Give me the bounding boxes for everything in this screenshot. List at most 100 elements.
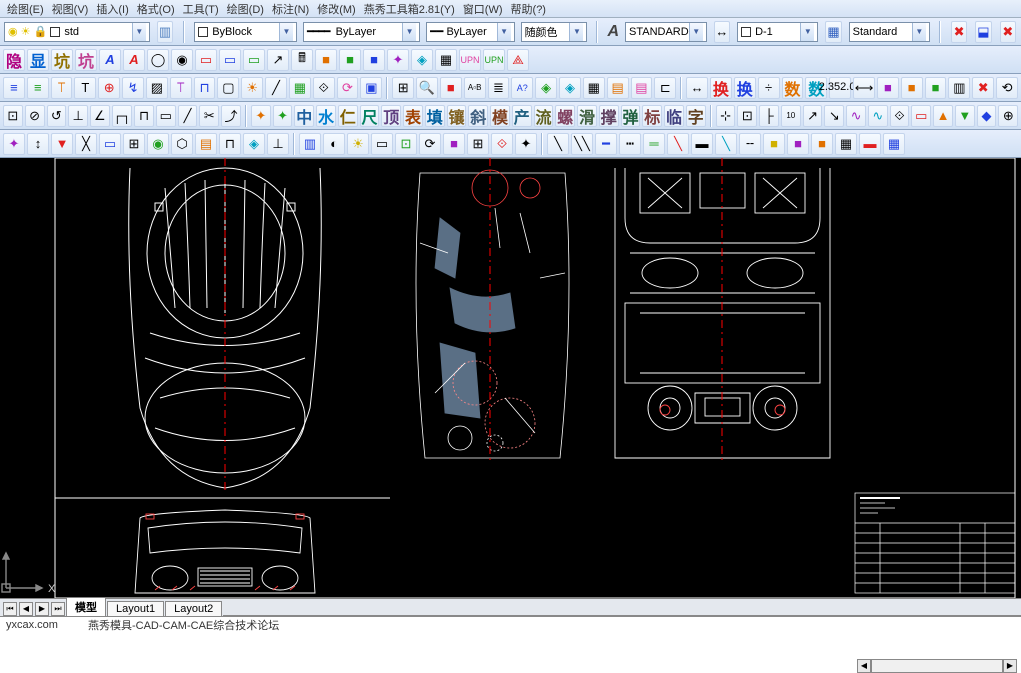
r3-icon[interactable]: ▼ bbox=[51, 133, 73, 155]
p5-icon[interactable]: ■ bbox=[877, 77, 899, 99]
r33-icon[interactable]: ┅ bbox=[619, 133, 641, 155]
chi-button[interactable]: 尺 bbox=[360, 105, 380, 127]
hua-button[interactable]: 滑 bbox=[577, 105, 597, 127]
os4-icon[interactable]: 10 bbox=[781, 105, 801, 127]
a2-icon[interactable]: A bbox=[123, 49, 145, 71]
pit2-button[interactable]: 坑 bbox=[75, 49, 97, 71]
box-icon[interactable]: ▣ bbox=[360, 77, 382, 99]
tablestyle-combo[interactable]: Standard▼ bbox=[849, 22, 930, 42]
r21-icon[interactable]: ◐ bbox=[323, 133, 345, 155]
cheng-button[interactable]: 撑 bbox=[599, 105, 619, 127]
mv-icon[interactable]: ↔ bbox=[686, 77, 708, 99]
s4-icon[interactable]: ⊥ bbox=[68, 105, 88, 127]
menu-modify[interactable]: 修改(M) bbox=[314, 1, 359, 17]
os13-icon[interactable]: ◆ bbox=[977, 105, 997, 127]
r22-icon[interactable]: ☀ bbox=[347, 133, 369, 155]
gr-icon[interactable]: ▦ bbox=[289, 77, 311, 99]
tab-first-icon[interactable]: ⏮ bbox=[3, 602, 17, 616]
ding-button[interactable]: 顶 bbox=[381, 105, 401, 127]
layer-tool-icon[interactable]: ▥ bbox=[157, 21, 173, 43]
cal-icon[interactable]: 🖩 bbox=[291, 49, 313, 71]
r5-icon[interactable]: ▭ bbox=[99, 133, 121, 155]
os11-icon[interactable]: ▲ bbox=[933, 105, 953, 127]
r34-icon[interactable]: ═ bbox=[643, 133, 665, 155]
dv-icon[interactable]: ÷ bbox=[758, 77, 780, 99]
r38-icon[interactable]: ╌ bbox=[739, 133, 761, 155]
r29-icon[interactable]: ✦ bbox=[515, 133, 537, 155]
mo-button[interactable]: 模 bbox=[490, 105, 510, 127]
os10-icon[interactable]: ▭ bbox=[911, 105, 931, 127]
lineweight-combo[interactable]: ━━ ByLayer▼ bbox=[426, 22, 514, 42]
tab-layout2[interactable]: Layout2 bbox=[165, 601, 222, 616]
os2-icon[interactable]: ⊡ bbox=[737, 105, 757, 127]
os3-icon[interactable]: ├ bbox=[759, 105, 779, 127]
upn-icon[interactable]: UPN bbox=[459, 49, 481, 71]
b5-icon[interactable]: ◈ bbox=[411, 49, 433, 71]
os9-icon[interactable]: ⟐ bbox=[890, 105, 910, 127]
cube2-icon[interactable]: ◈ bbox=[559, 77, 581, 99]
color-combo[interactable]: 随颜色▼ bbox=[521, 22, 588, 42]
drawing-canvas[interactable]: X bbox=[0, 158, 1021, 598]
p6-icon[interactable]: ■ bbox=[901, 77, 923, 99]
menu-format[interactable]: 格式(O) bbox=[134, 1, 178, 17]
cube-icon[interactable]: ◈ bbox=[535, 77, 557, 99]
dim2-icon[interactable]: ⟷ bbox=[853, 77, 875, 99]
os1-icon[interactable]: ⊹ bbox=[716, 105, 736, 127]
p7-icon[interactable]: ■ bbox=[925, 77, 947, 99]
ren-button[interactable]: 仁 bbox=[338, 105, 358, 127]
menu-view[interactable]: 视图(V) bbox=[49, 1, 92, 17]
dim-icon[interactable]: ↔ bbox=[714, 21, 730, 43]
sun-icon[interactable]: ☀ bbox=[241, 77, 263, 99]
tab-last-icon[interactable]: ⏭ bbox=[51, 602, 65, 616]
s11-icon[interactable]: ⤴ bbox=[221, 105, 241, 127]
tan-button[interactable]: 弹 bbox=[621, 105, 641, 127]
menu-insert[interactable]: 插入(I) bbox=[93, 1, 131, 17]
b1-icon[interactable]: ■ bbox=[315, 49, 337, 71]
r31-icon[interactable]: ╲╲ bbox=[571, 133, 593, 155]
list-icon[interactable]: ≣ bbox=[488, 77, 510, 99]
sq-icon[interactable]: ▢ bbox=[217, 77, 239, 99]
a1-icon[interactable]: A bbox=[99, 49, 121, 71]
a3-icon[interactable]: A? bbox=[511, 77, 533, 99]
os8-icon[interactable]: ∿ bbox=[868, 105, 888, 127]
r35-icon[interactable]: ╲ bbox=[667, 133, 689, 155]
hscroll-left-icon[interactable]: ◀ bbox=[857, 659, 871, 673]
show-button[interactable]: 显 bbox=[27, 49, 49, 71]
p1-icon[interactable]: ▭ bbox=[195, 49, 217, 71]
tab-model[interactable]: 模型 bbox=[66, 597, 106, 616]
arrow-icon[interactable]: ↗ bbox=[267, 49, 289, 71]
tab-next-icon[interactable]: ▶ bbox=[35, 602, 49, 616]
menu-yanxiu[interactable]: 燕秀工具箱2.81(Y) bbox=[361, 1, 458, 17]
r20-icon[interactable]: ▥ bbox=[299, 133, 321, 155]
dimstyle-combo[interactable]: D-1▼ bbox=[737, 22, 818, 42]
hscroll[interactable]: ◀ ▶ bbox=[857, 659, 1017, 673]
tbl-icon[interactable]: ▦ bbox=[583, 77, 605, 99]
cir-icon[interactable]: ⊕ bbox=[98, 77, 120, 99]
r30-icon[interactable]: ╲ bbox=[547, 133, 569, 155]
xie-button[interactable]: 斜 bbox=[468, 105, 488, 127]
r23-icon[interactable]: ▭ bbox=[371, 133, 393, 155]
m2-icon[interactable]: ✦ bbox=[273, 105, 293, 127]
tool-x3-icon[interactable]: ✖ bbox=[1000, 21, 1016, 43]
circ1-icon[interactable]: ◯ bbox=[147, 49, 169, 71]
eq2-icon[interactable]: ≡ bbox=[27, 77, 49, 99]
b2-icon[interactable]: ■ bbox=[339, 49, 361, 71]
r12-icon[interactable]: ⊥ bbox=[267, 133, 289, 155]
linetype-combo[interactable]: ━━━━ ByLayer▼ bbox=[303, 22, 420, 42]
ab-icon[interactable]: ⟁ bbox=[507, 49, 529, 71]
menu-window[interactable]: 窗口(W) bbox=[460, 1, 506, 17]
menu-draw2[interactable]: 绘图(D) bbox=[224, 1, 267, 17]
r26-icon[interactable]: ■ bbox=[443, 133, 465, 155]
r6-icon[interactable]: ⊞ bbox=[123, 133, 145, 155]
cx-icon[interactable]: ✖ bbox=[972, 77, 994, 99]
r9-icon[interactable]: ▤ bbox=[195, 133, 217, 155]
r27-icon[interactable]: ⊞ bbox=[467, 133, 489, 155]
tab-layout1[interactable]: Layout1 bbox=[107, 601, 164, 616]
s10-icon[interactable]: ✂ bbox=[199, 105, 219, 127]
os7-icon[interactable]: ∿ bbox=[846, 105, 866, 127]
b6-icon[interactable]: ▦ bbox=[435, 49, 457, 71]
ab2-icon[interactable]: A▫B bbox=[464, 77, 486, 99]
rf-icon[interactable]: ⟲ bbox=[996, 77, 1018, 99]
num-button[interactable]: 数 bbox=[782, 77, 804, 99]
menu-help[interactable]: 帮助(?) bbox=[508, 1, 549, 17]
